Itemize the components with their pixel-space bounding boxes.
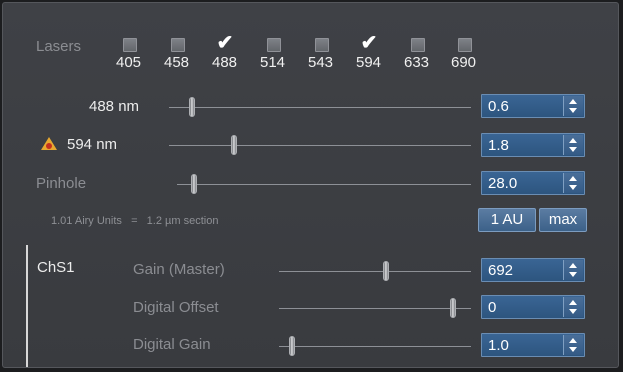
laser-488-slider-track[interactable] — [169, 107, 471, 108]
digital-offset-field[interactable]: 0 — [481, 295, 585, 319]
digital-gain-spinner[interactable] — [563, 335, 583, 355]
digital-offset-slider-track[interactable] — [279, 308, 471, 309]
increment-arrow-icon[interactable] — [569, 138, 577, 143]
channel-name: ChS1 — [37, 259, 75, 276]
decrement-arrow-icon[interactable] — [569, 147, 577, 152]
gain-master-field[interactable]: 692 — [481, 258, 585, 282]
laser-543-checkbox[interactable] — [315, 38, 329, 52]
digital-gain-value: 1.0 — [488, 337, 509, 354]
digital-offset-spinner[interactable] — [563, 297, 583, 317]
laser-690-label: 690 — [451, 54, 477, 71]
increment-arrow-icon[interactable] — [569, 300, 577, 305]
laser-488-label: 488 nm — [89, 98, 140, 115]
pinhole-slider-track[interactable] — [177, 184, 471, 185]
laser-405-checkbox[interactable] — [123, 38, 137, 52]
laser-594-label: 594 nm — [67, 136, 118, 153]
gain-master-value: 692 — [488, 262, 514, 279]
gain-master-spinner[interactable] — [563, 260, 583, 280]
increment-arrow-icon[interactable] — [569, 338, 577, 343]
laser-405-label: 405 — [116, 54, 142, 71]
laser-633-checkbox[interactable] — [411, 38, 425, 52]
laser-488-power-field[interactable]: 0.6 — [481, 94, 585, 118]
warning-dot-icon — [46, 143, 52, 149]
decrement-arrow-icon[interactable] — [569, 347, 577, 352]
pinhole-spinner[interactable] — [563, 173, 583, 193]
lasers-label: Lasers — [36, 38, 82, 55]
laser-594-slider-track[interactable] — [169, 145, 471, 146]
laser-594-checkbox[interactable]: ✔ — [359, 33, 379, 53]
digital-offset-value: 0 — [488, 299, 497, 316]
pinhole-label: Pinhole — [36, 175, 87, 192]
laser-543-label: 543 — [308, 54, 334, 71]
digital-gain-slider-track[interactable] — [279, 346, 471, 347]
laser-488-power-value: 0.6 — [488, 98, 509, 115]
decrement-arrow-icon[interactable] — [569, 185, 577, 190]
laser-514-checkbox[interactable] — [267, 38, 281, 52]
increment-arrow-icon[interactable] — [569, 263, 577, 268]
laser-488-checkbox[interactable]: ✔ — [215, 33, 235, 53]
pinhole-field[interactable]: 28.0 — [481, 171, 585, 195]
laser-458-label: 458 — [164, 54, 190, 71]
increment-arrow-icon[interactable] — [569, 99, 577, 104]
laser-594-power-field[interactable]: 1.8 — [481, 133, 585, 157]
digital-gain-field[interactable]: 1.0 — [481, 333, 585, 357]
laser-690-checkbox[interactable] — [458, 38, 472, 52]
channel-divider — [26, 245, 28, 367]
pinhole-slider-thumb[interactable] — [191, 174, 197, 194]
increment-arrow-icon[interactable] — [569, 176, 577, 181]
decrement-arrow-icon[interactable] — [569, 309, 577, 314]
laser-control-panel: Lasers 405 458 ✔ 488 514 543 ✔ 594 633 690 488 nm… — [2, 2, 619, 368]
gain-master-label: Gain (Master) — [133, 261, 225, 278]
airy-units-info: 1.01 Airy Units = 1.2 µm section — [51, 215, 219, 227]
one-au-button[interactable]: 1 AU — [478, 208, 536, 232]
laser-488-spinner[interactable] — [563, 96, 583, 116]
digital-gain-label: Digital Gain — [133, 336, 211, 353]
laser-594-slider-thumb[interactable] — [231, 135, 237, 155]
laser-594-power-value: 1.8 — [488, 137, 509, 154]
max-button[interactable]: max — [539, 208, 587, 232]
gain-master-slider-track[interactable] — [279, 271, 471, 272]
laser-514-label: 514 — [260, 54, 286, 71]
decrement-arrow-icon[interactable] — [569, 272, 577, 277]
laser-594-spinner[interactable] — [563, 135, 583, 155]
laser-488-slider-thumb[interactable] — [189, 97, 195, 117]
digital-offset-label: Digital Offset — [133, 299, 219, 316]
laser-633-label: 633 — [404, 54, 430, 71]
pinhole-value: 28.0 — [488, 175, 518, 192]
gain-master-slider-thumb[interactable] — [383, 261, 389, 281]
digital-offset-slider-thumb[interactable] — [450, 298, 456, 318]
digital-gain-slider-thumb[interactable] — [289, 336, 295, 356]
laser-458-checkbox[interactable] — [171, 38, 185, 52]
laser-488-label: 488 — [212, 54, 238, 71]
decrement-arrow-icon[interactable] — [569, 108, 577, 113]
laser-594-label: 594 — [356, 54, 382, 71]
